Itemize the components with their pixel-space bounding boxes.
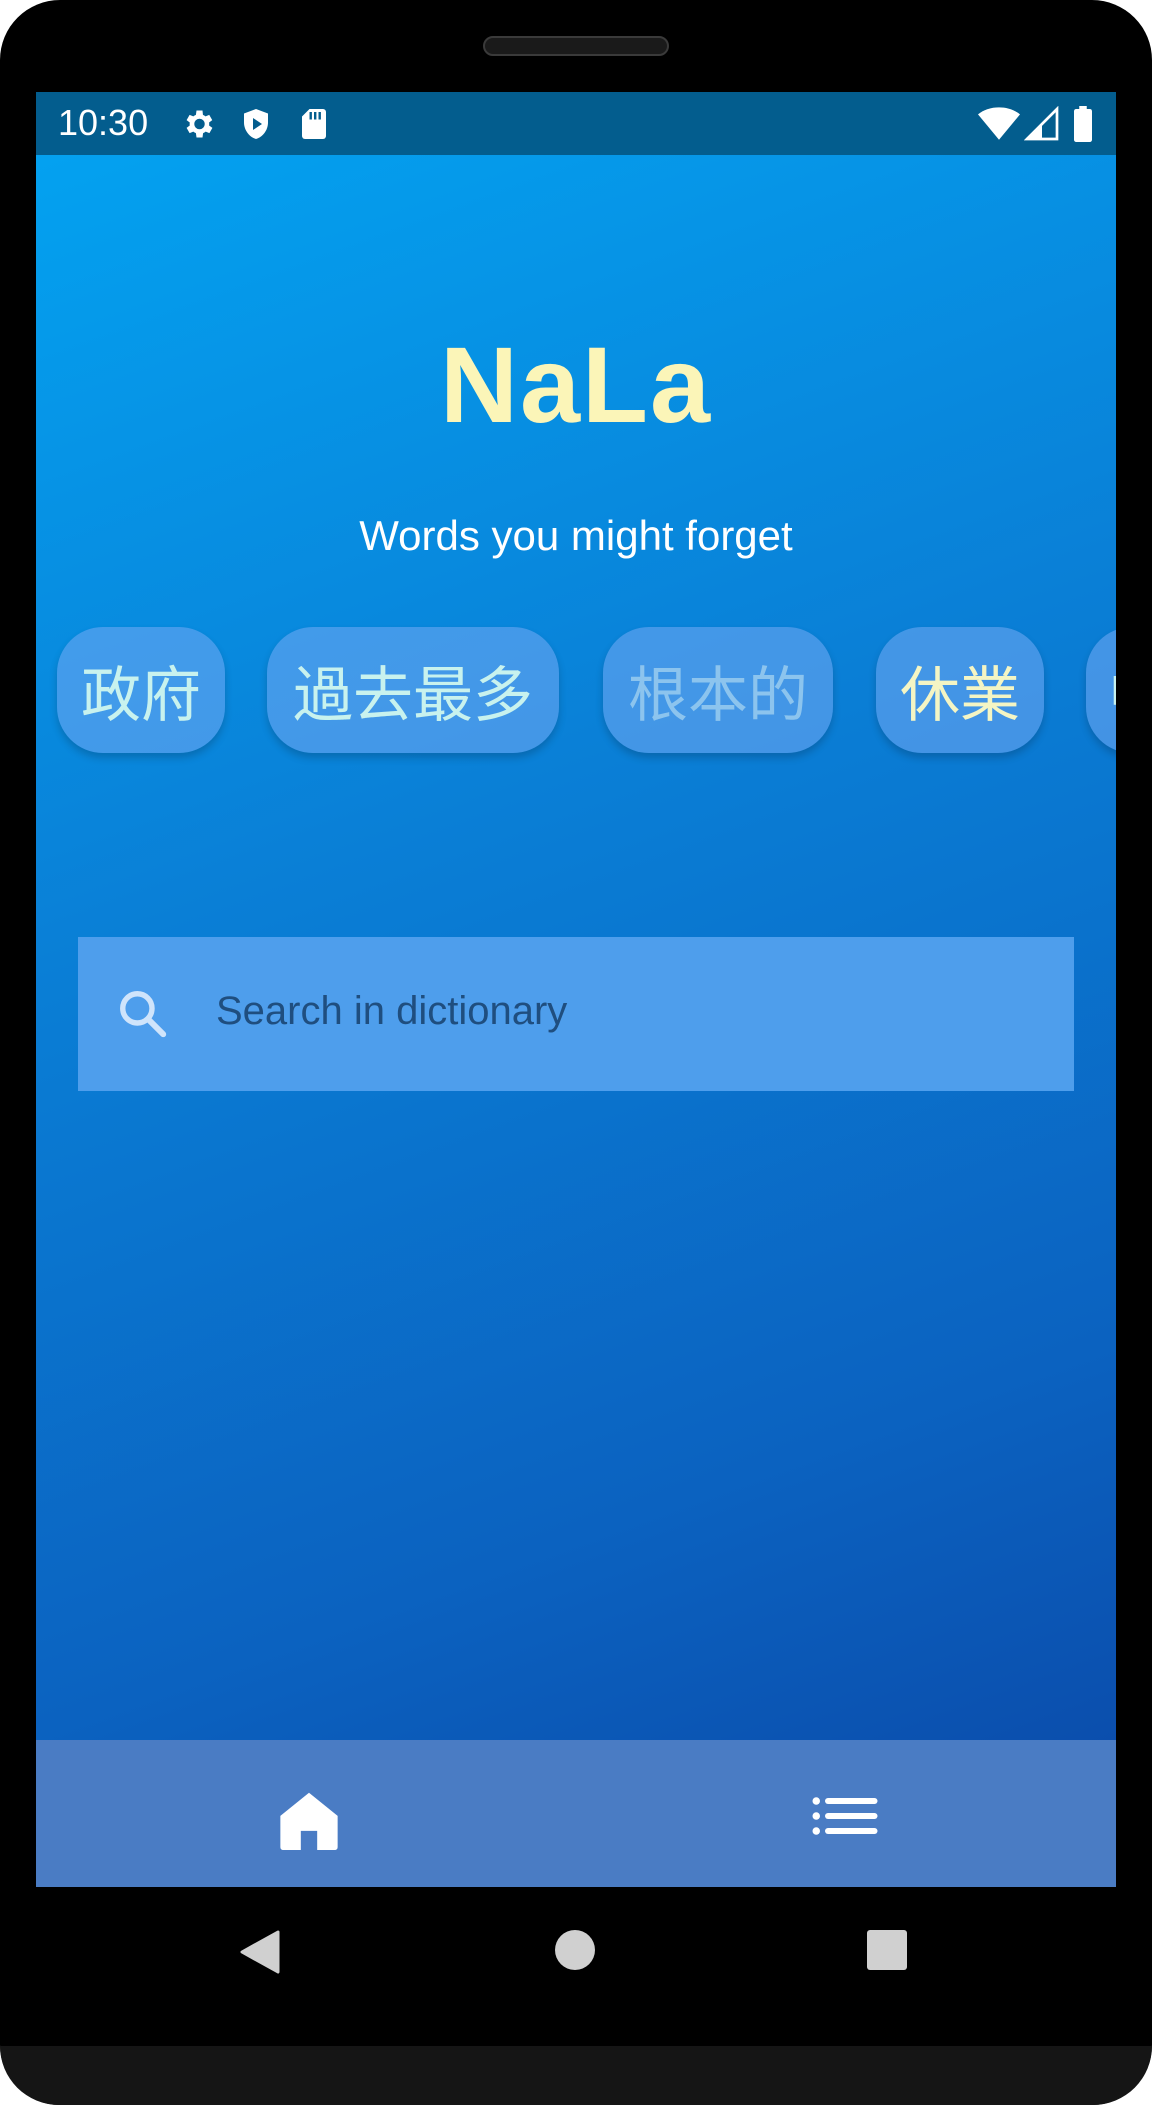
dictionary-search[interactable]: Search in dictionary: [78, 937, 1074, 1091]
word-chip-text: 休業: [900, 660, 1020, 731]
wifi-icon: [978, 107, 1020, 140]
word-chip[interactable]: 中: [1086, 627, 1116, 753]
settings-icon: [186, 110, 213, 138]
home-circle-icon[interactable]: [555, 1930, 595, 1970]
battery-icon: [1074, 106, 1092, 142]
word-chip[interactable]: 過去最多: [267, 627, 559, 753]
word-chip-text: 中: [1108, 647, 1116, 734]
system-navigation-bar: [0, 1887, 1152, 2017]
search-input[interactable]: Search in dictionary: [216, 989, 567, 1034]
cell-signal-icon: [1024, 106, 1059, 141]
word-chip-text: 過去最多: [293, 660, 533, 731]
search-icon: [120, 991, 167, 1038]
back-icon[interactable]: [240, 1930, 280, 1974]
word-chip[interactable]: 根本的: [603, 627, 833, 753]
device-chin: [0, 2046, 1152, 2105]
status-bar: 10:30: [36, 92, 1116, 155]
home-icon[interactable]: [276, 1790, 342, 1850]
sd-card-icon: [302, 109, 326, 139]
recents-square-icon[interactable]: [867, 1930, 907, 1970]
forgotten-words-list: 政府 過去最多 根本的 休業 中: [36, 627, 1116, 753]
app-screen: 10:30 NaLa Words you might forget 政府 過去最…: [36, 92, 1116, 1887]
word-chip-text: 根本的: [628, 660, 808, 731]
app-title: NaLa: [439, 324, 713, 445]
word-chip[interactable]: 政府: [57, 627, 225, 753]
word-chip[interactable]: 休業: [876, 627, 1044, 753]
earpiece-speaker: [483, 36, 669, 56]
shield-play-icon: [244, 109, 268, 139]
list-icon[interactable]: [812, 1796, 878, 1836]
bottom-navigation: [36, 1740, 1116, 1887]
device-frame: 10:30 NaLa Words you might forget 政府 過去最…: [0, 0, 1152, 2105]
status-time: 10:30: [58, 102, 149, 143]
words-subtitle: Words you might forget: [359, 512, 793, 559]
word-chip-text: 政府: [81, 660, 201, 731]
